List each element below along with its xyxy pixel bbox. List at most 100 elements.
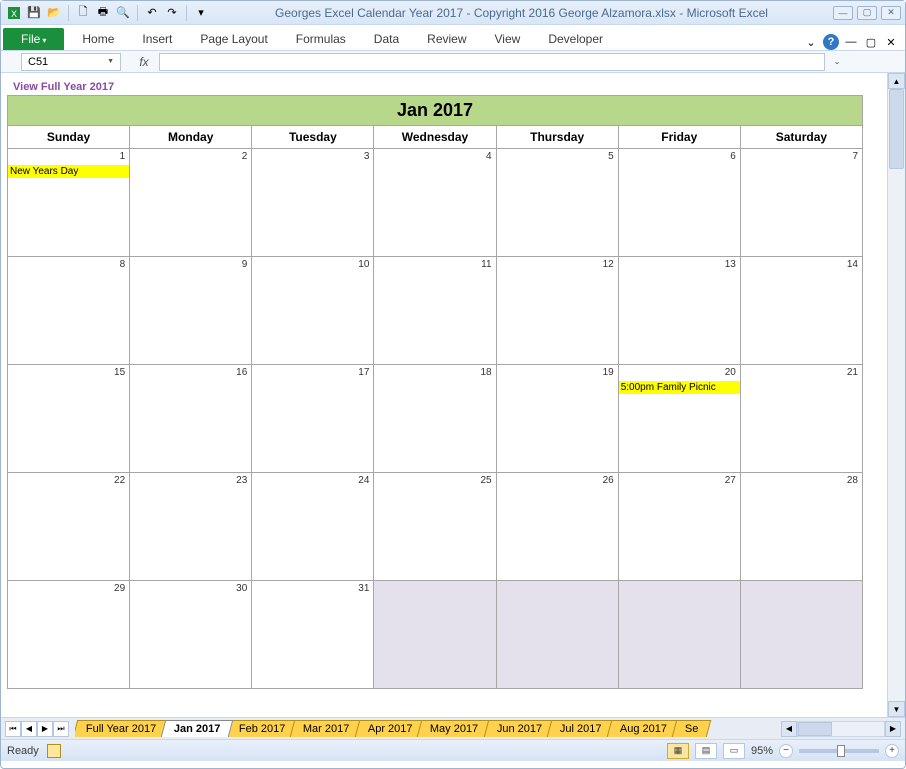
calendar-day-cell[interactable]: 14: [740, 257, 862, 365]
calendar-day-cell[interactable]: 21: [740, 365, 862, 473]
tab-data[interactable]: Data: [360, 28, 413, 50]
tab-view[interactable]: View: [481, 28, 535, 50]
tab-nav-prev[interactable]: ◀: [21, 721, 37, 737]
help-icon[interactable]: ?: [823, 34, 839, 50]
calendar-day-cell[interactable]: 29: [8, 581, 130, 689]
scroll-down-button[interactable]: ▼: [888, 701, 905, 717]
tab-insert[interactable]: Insert: [128, 28, 186, 50]
sheet-tab[interactable]: Mar 2017: [290, 720, 363, 737]
calendar-day-cell[interactable]: 24: [252, 473, 374, 581]
print-preview-icon[interactable]: 🗋: [74, 4, 92, 22]
vertical-scrollbar[interactable]: ▲ ▼: [887, 73, 905, 717]
close-button[interactable]: ✕: [881, 6, 901, 20]
sheet-tab[interactable]: Se: [671, 720, 711, 737]
horizontal-scrollbar[interactable]: ◀ ▶: [781, 721, 901, 737]
tab-nav-first[interactable]: ⏮: [5, 721, 21, 737]
calendar-day-cell[interactable]: 31: [252, 581, 374, 689]
macro-record-icon[interactable]: [47, 744, 61, 758]
tab-nav-next[interactable]: ▶: [37, 721, 53, 737]
open-icon[interactable]: 📂: [45, 4, 63, 22]
calendar-day-cell[interactable]: 18: [374, 365, 496, 473]
scroll-track[interactable]: [888, 89, 905, 701]
calendar-day-cell[interactable]: 2: [130, 149, 252, 257]
hscroll-thumb[interactable]: [798, 722, 832, 736]
sheet-tab[interactable]: May 2017: [417, 720, 492, 737]
scroll-up-button[interactable]: ▲: [888, 73, 905, 89]
sheet-tab[interactable]: Jun 2017: [483, 720, 555, 737]
sheet-tab[interactable]: Jan 2017: [161, 720, 234, 737]
calendar-day-cell[interactable]: 30: [130, 581, 252, 689]
calendar-event[interactable]: New Years Day: [8, 165, 129, 178]
calendar-day-cell[interactable]: 3: [252, 149, 374, 257]
ribbon-minimize-icon[interactable]: ⌄: [803, 34, 819, 50]
tab-formulas[interactable]: Formulas: [282, 28, 360, 50]
calendar-day-cell[interactable]: 6: [618, 149, 740, 257]
tab-home[interactable]: Home: [68, 28, 128, 50]
calendar-day-cell[interactable]: 4: [374, 149, 496, 257]
hscroll-left-button[interactable]: ◀: [781, 721, 797, 737]
calendar-day-cell[interactable]: 23: [130, 473, 252, 581]
calendar-day-cell[interactable]: 5: [496, 149, 618, 257]
calendar-day-cell[interactable]: [618, 581, 740, 689]
save-icon[interactable]: 💾: [25, 4, 43, 22]
formula-bar-expand-icon[interactable]: ⌄: [829, 57, 845, 66]
sheet-tab[interactable]: Full Year 2017: [75, 720, 170, 737]
page-layout-view-button[interactable]: ▤: [695, 743, 717, 759]
view-full-year-link[interactable]: View Full Year 2017: [7, 81, 114, 95]
calendar-day-cell[interactable]: 25: [374, 473, 496, 581]
sheet-tab[interactable]: Feb 2017: [226, 720, 299, 737]
worksheet-body[interactable]: View Full Year 2017 Jan 2017 Sunday Mond…: [1, 73, 887, 717]
calendar-day-cell[interactable]: 17: [252, 365, 374, 473]
maximize-button[interactable]: ▢: [857, 6, 877, 20]
find-icon[interactable]: 🔍: [114, 4, 132, 22]
workbook-minimize-icon[interactable]: ―: [843, 34, 859, 50]
calendar-day-cell[interactable]: 12: [496, 257, 618, 365]
tab-page-layout[interactable]: Page Layout: [186, 28, 281, 50]
hscroll-track[interactable]: [797, 721, 885, 737]
name-box-dropdown-icon[interactable]: ▼: [107, 58, 114, 65]
calendar-day-cell[interactable]: 7: [740, 149, 862, 257]
calendar-day-cell[interactable]: 10: [252, 257, 374, 365]
redo-icon[interactable]: ↷: [163, 4, 181, 22]
calendar-day-cell[interactable]: 22: [8, 473, 130, 581]
calendar-day-cell[interactable]: 16: [130, 365, 252, 473]
name-box[interactable]: C51 ▼: [21, 53, 121, 71]
sheet-tab[interactable]: Apr 2017: [355, 720, 426, 737]
zoom-in-button[interactable]: +: [885, 744, 899, 758]
calendar-day-cell[interactable]: 15: [8, 365, 130, 473]
zoom-slider[interactable]: [799, 749, 879, 753]
zoom-out-button[interactable]: −: [779, 744, 793, 758]
calendar-day-cell[interactable]: [374, 581, 496, 689]
sheet-tab[interactable]: Aug 2017: [606, 720, 680, 737]
calendar-day-cell[interactable]: 205:00pm Family Picnic: [618, 365, 740, 473]
calendar-day-cell[interactable]: 8: [8, 257, 130, 365]
tab-nav-last[interactable]: ⏭: [53, 721, 69, 737]
qat-customize-icon[interactable]: ▾: [192, 4, 210, 22]
sheet-tab[interactable]: Jul 2017: [547, 720, 615, 737]
calendar-day-cell[interactable]: 28: [740, 473, 862, 581]
file-tab[interactable]: File▾: [3, 28, 64, 50]
normal-view-button[interactable]: ▦: [667, 743, 689, 759]
calendar-day-cell[interactable]: 19: [496, 365, 618, 473]
calendar-day-cell[interactable]: 1New Years Day: [8, 149, 130, 257]
calendar-day-cell[interactable]: 9: [130, 257, 252, 365]
undo-icon[interactable]: ↶: [143, 4, 161, 22]
excel-icon[interactable]: X: [5, 4, 23, 22]
workbook-restore-icon[interactable]: ▢: [863, 34, 879, 50]
print-icon[interactable]: 🖶: [94, 4, 112, 22]
formula-input[interactable]: [159, 53, 825, 71]
scroll-thumb[interactable]: [889, 89, 904, 169]
calendar-day-cell[interactable]: 13: [618, 257, 740, 365]
minimize-button[interactable]: ―: [833, 6, 853, 20]
calendar-event[interactable]: 5:00pm Family Picnic: [619, 381, 740, 394]
workbook-close-icon[interactable]: ✕: [883, 34, 899, 50]
hscroll-right-button[interactable]: ▶: [885, 721, 901, 737]
calendar-day-cell[interactable]: 26: [496, 473, 618, 581]
calendar-day-cell[interactable]: [496, 581, 618, 689]
insert-function-button[interactable]: fx: [133, 55, 155, 69]
tab-developer[interactable]: Developer: [534, 28, 617, 50]
calendar-day-cell[interactable]: 11: [374, 257, 496, 365]
zoom-level[interactable]: 95%: [751, 745, 773, 757]
zoom-slider-knob[interactable]: [837, 745, 845, 757]
calendar-day-cell[interactable]: [740, 581, 862, 689]
